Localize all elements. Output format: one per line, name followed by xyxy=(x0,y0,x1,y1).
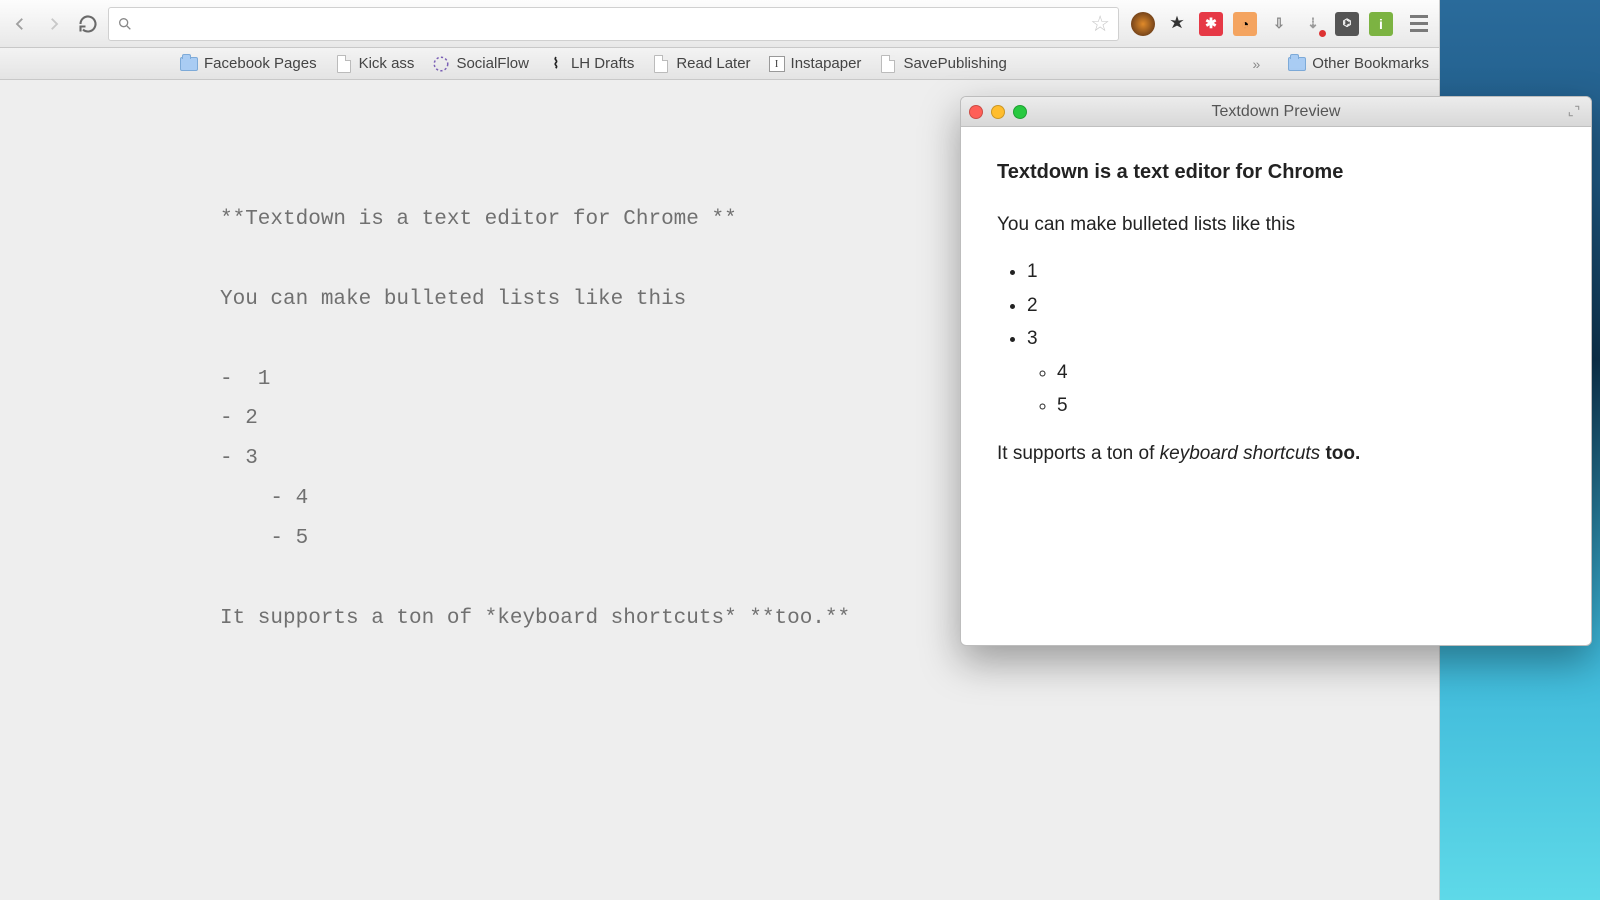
bookmark-label: SavePublishing xyxy=(903,55,1006,72)
socialflow-icon xyxy=(432,55,450,73)
extension-icon[interactable]: i xyxy=(1369,12,1393,36)
chrome-menu-button[interactable] xyxy=(1405,10,1433,38)
list-item: 3 4 5 xyxy=(1027,324,1555,420)
bookmark-item[interactable]: SavePublishing xyxy=(879,55,1006,73)
list-item: 2 xyxy=(1027,291,1555,320)
bookmark-label: Kick ass xyxy=(359,55,415,72)
forward-button[interactable] xyxy=(40,10,68,38)
list-item: 5 xyxy=(1057,391,1555,420)
footer-strong: too. xyxy=(1320,443,1360,464)
bookmark-label: Read Later xyxy=(676,55,750,72)
window-title: Textdown Preview xyxy=(961,103,1591,121)
preview-content: Textdown is a text editor for Chrome You… xyxy=(961,127,1591,516)
bookmark-item[interactable]: I Instapaper xyxy=(769,55,862,72)
search-icon xyxy=(117,16,133,32)
page-icon xyxy=(652,55,670,73)
page-icon xyxy=(879,55,897,73)
bookmark-label: SocialFlow xyxy=(456,55,529,72)
expand-icon[interactable] xyxy=(1567,104,1583,120)
bookmark-item[interactable]: Facebook Pages xyxy=(180,55,317,73)
preview-sublist: 4 5 xyxy=(1027,358,1555,421)
bookmarks-bar: Facebook Pages Kick ass SocialFlow ⌇ LH … xyxy=(0,48,1439,80)
extension-icon[interactable]: ⌬ xyxy=(1335,12,1359,36)
bookmark-label: LH Drafts xyxy=(571,55,634,72)
extension-icons: ✱ ◔ ⇩ ⇣ ⌬ i xyxy=(1125,12,1399,36)
bookmark-item[interactable]: Kick ass xyxy=(335,55,415,73)
bookmark-label: Instapaper xyxy=(791,55,862,72)
extension-icon[interactable]: ⇣ xyxy=(1301,12,1325,36)
extension-icon[interactable]: ◔ xyxy=(1233,12,1257,36)
back-button[interactable] xyxy=(6,10,34,38)
lh-icon: ⌇ xyxy=(547,55,565,73)
bookmark-item[interactable]: ⌇ LH Drafts xyxy=(547,55,634,73)
folder-icon xyxy=(180,55,198,73)
extension-icon[interactable] xyxy=(1165,12,1189,36)
folder-icon xyxy=(1288,55,1306,73)
other-bookmarks[interactable]: Other Bookmarks xyxy=(1288,55,1429,73)
minimize-button[interactable] xyxy=(991,105,1005,119)
extension-icon[interactable]: ✱ xyxy=(1199,12,1223,36)
bookmark-star-icon[interactable]: ☆ xyxy=(1090,11,1110,37)
bookmark-label: Other Bookmarks xyxy=(1312,55,1429,72)
instapaper-icon: I xyxy=(769,56,785,72)
footer-text: It supports a ton of xyxy=(997,443,1160,464)
bookmark-item[interactable]: Read Later xyxy=(652,55,750,73)
window-titlebar[interactable]: Textdown Preview xyxy=(961,97,1591,127)
preview-window: Textdown Preview Textdown is a text edit… xyxy=(960,96,1592,646)
list-item-text: 3 xyxy=(1027,328,1038,349)
extension-icon[interactable] xyxy=(1131,12,1155,36)
bookmark-item[interactable]: SocialFlow xyxy=(432,55,529,73)
zoom-button[interactable] xyxy=(1013,105,1027,119)
extension-icon[interactable]: ⇩ xyxy=(1267,12,1291,36)
page-icon xyxy=(335,55,353,73)
preview-heading: Textdown is a text editor for Chrome xyxy=(997,157,1555,188)
preview-intro: You can make bulleted lists like this xyxy=(997,210,1555,239)
browser-toolbar: ☆ ✱ ◔ ⇩ ⇣ ⌬ i xyxy=(0,0,1439,48)
footer-em: keyboard shortcuts xyxy=(1160,443,1321,464)
list-item: 1 xyxy=(1027,257,1555,286)
reload-button[interactable] xyxy=(74,10,102,38)
list-item: 4 xyxy=(1057,358,1555,387)
close-button[interactable] xyxy=(969,105,983,119)
address-bar[interactable]: ☆ xyxy=(108,7,1119,41)
bookmarks-overflow[interactable]: » xyxy=(1252,56,1260,72)
preview-list: 1 2 3 4 5 xyxy=(997,257,1555,420)
bookmark-label: Facebook Pages xyxy=(204,55,317,72)
traffic-lights xyxy=(969,105,1027,119)
preview-footer: It supports a ton of keyboard shortcuts … xyxy=(997,439,1555,468)
